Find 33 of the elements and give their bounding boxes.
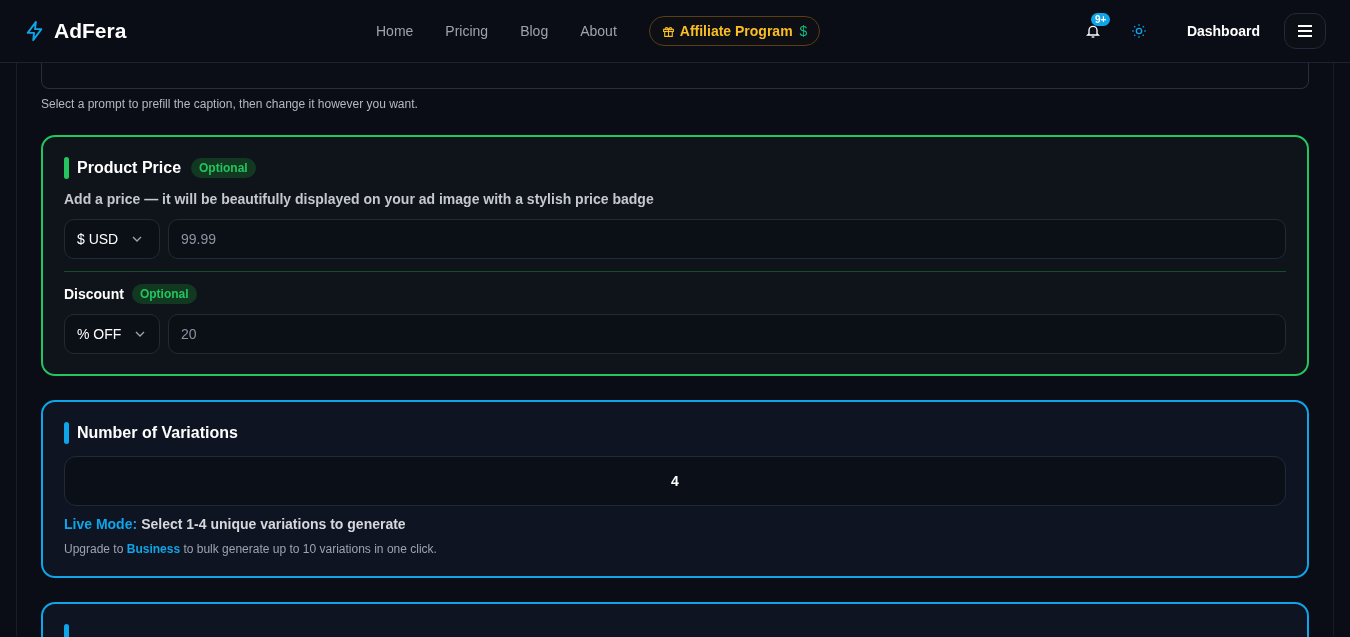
- nav-link[interactable]: Pricing: [429, 23, 505, 39]
- caption-hint: Select a prompt to prefill the caption, then change it however you want.: [41, 97, 419, 111]
- chevron-down-icon: [135, 331, 146, 337]
- select-dropdown[interactable]: $ USD: [64, 219, 160, 259]
- section-title: Number of Variations: [77, 424, 238, 442]
- input-field[interactable]: 99.99: [168, 219, 1286, 259]
- gift-icon: [661, 24, 675, 38]
- select-dropdown[interactable]: % OFF: [64, 314, 160, 354]
- mode-label: Live Mode:: [64, 516, 138, 532]
- dashboard-link[interactable]: Dashboard: [1186, 23, 1260, 39]
- discount-label: Discount: [64, 286, 124, 302]
- optional-badge: Optional: [131, 284, 197, 304]
- upgrade-note: Upgrade to Business to bulk generate up to 10 variations in one click.: [64, 542, 438, 556]
- mode-description: Select 1-4 unique variations to generate: [141, 516, 406, 532]
- input-field[interactable]: 20: [168, 314, 1286, 354]
- business-link[interactable]: Business: [126, 542, 181, 556]
- brand-name[interactable]: AdFera: [54, 19, 127, 43]
- nav-link[interactable]: Home: [360, 23, 430, 39]
- bell-icon: [1084, 23, 1101, 39]
- section-description: Add a price — it will be beautifully displayed on your ad image with a stylish price badge: [64, 191, 655, 207]
- section-title: Product Price: [77, 159, 182, 177]
- sun-icon: [1130, 23, 1147, 39]
- nav-link[interactable]: About: [564, 23, 633, 39]
- menu-button[interactable]: [1284, 13, 1326, 49]
- nav-link[interactable]: Blog: [504, 23, 565, 39]
- caption-field[interactable]: [41, 63, 1309, 89]
- chevron-down-icon: [132, 236, 143, 242]
- notification-count: 9+: [1090, 13, 1111, 26]
- variations-field[interactable]: 4: [64, 456, 1286, 506]
- menu-icon: [1298, 25, 1312, 37]
- affiliate-program-link[interactable]: Affiliate Program $: [648, 16, 821, 46]
- dollar-sign: $: [799, 23, 808, 39]
- optional-badge: Optional: [191, 158, 256, 178]
